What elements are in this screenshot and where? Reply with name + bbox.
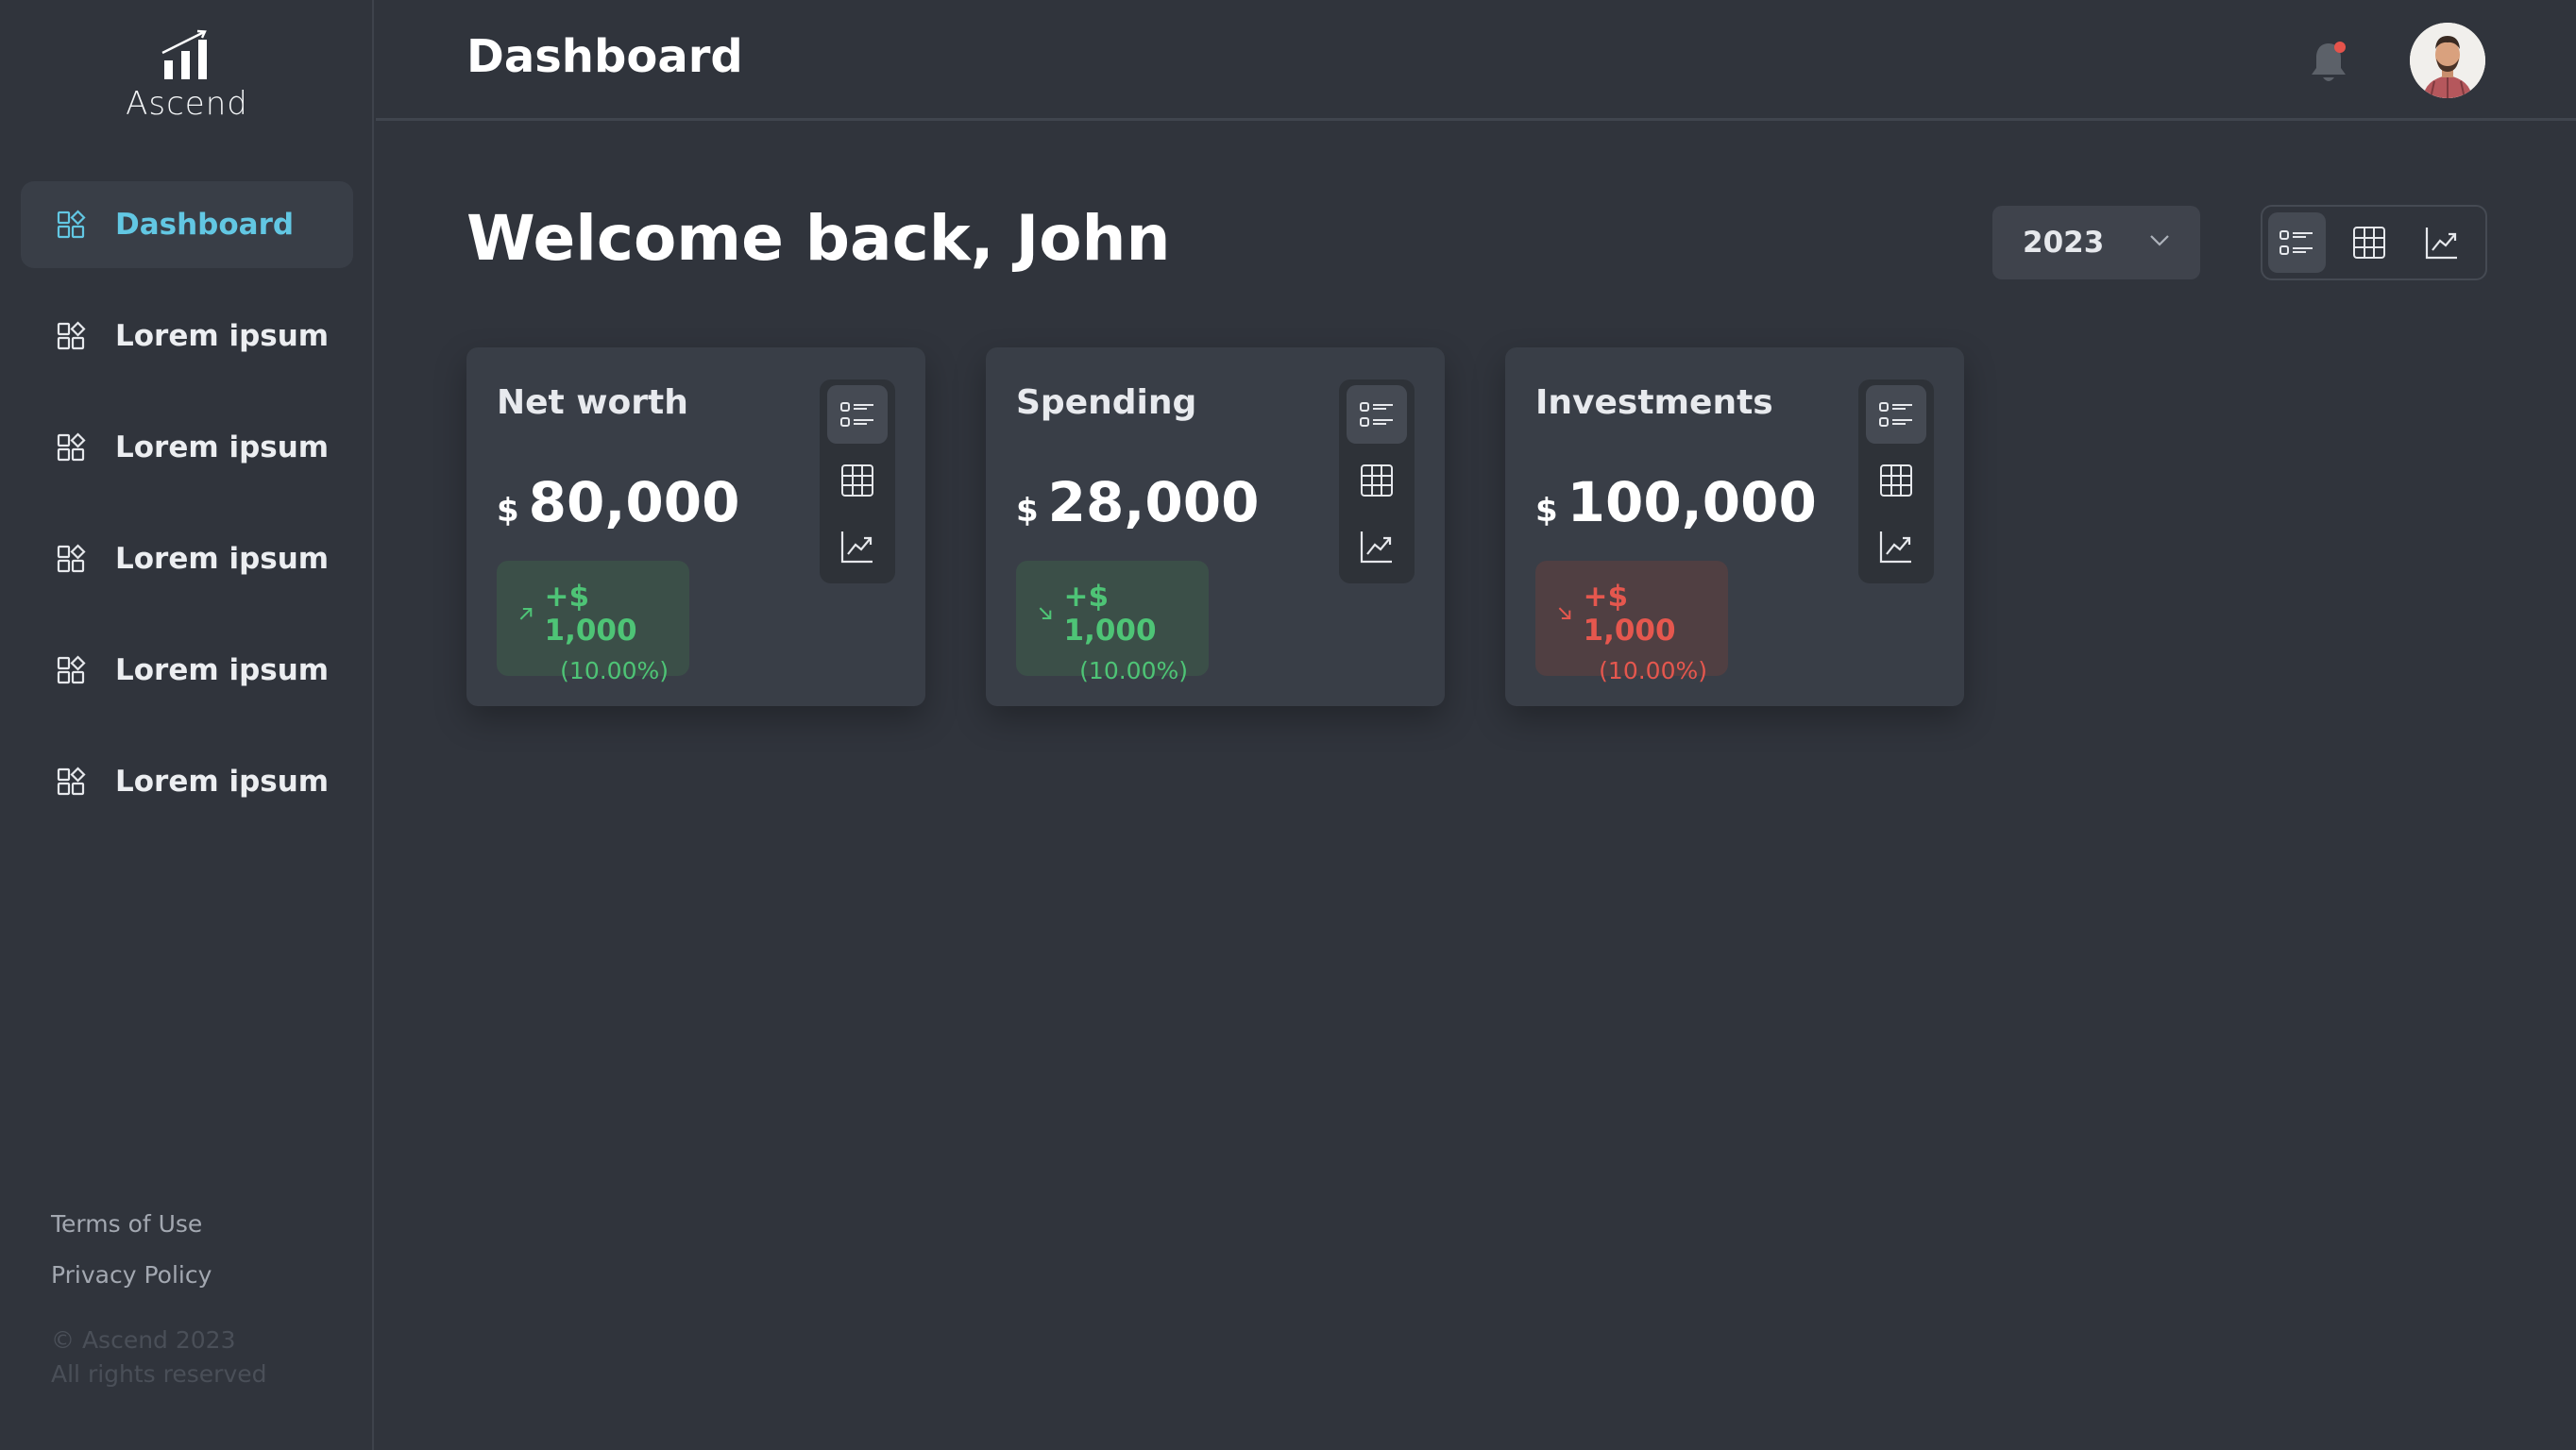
arrow-up-right-icon	[519, 607, 533, 620]
net-worth-card: Net worth $ 80,000 +$ 1,000 (10.00%)	[466, 347, 925, 706]
list-view-icon	[840, 402, 873, 427]
notification-dot	[2334, 42, 2346, 53]
copyright: © Ascend 2023 All rights reserved	[51, 1324, 267, 1391]
top-header: Dashboard	[376, 0, 2576, 121]
grid-plus-icon	[55, 431, 87, 464]
sidebar: Ascend Dashboard Lorem ipsum Lorem ipsum…	[0, 0, 374, 1450]
view-toggle	[2261, 205, 2487, 280]
bar-chart-logo-icon	[161, 29, 207, 79]
welcome-heading: Welcome back, John	[466, 202, 1171, 275]
change-amount: +$ 1,000	[544, 580, 637, 648]
rights-line: All rights reserved	[51, 1360, 267, 1388]
year-select[interactable]: 2023	[1992, 206, 2200, 279]
card-chart-view-button[interactable]	[1866, 517, 1926, 576]
card-title: Spending	[1016, 383, 1197, 422]
card-view-tools	[1339, 379, 1415, 583]
card-amount: $ 100,000	[1535, 470, 1817, 534]
amount-value: 100,000	[1567, 470, 1817, 534]
currency-symbol: $	[497, 492, 519, 530]
user-avatar[interactable]	[2410, 23, 2485, 98]
table-view-icon	[1361, 464, 1393, 497]
spending-card: Spending $ 28,000 +$ 1,000 (10.00%)	[986, 347, 1445, 706]
card-table-view-button[interactable]	[1866, 451, 1926, 510]
sidebar-item-label: Lorem ipsum	[115, 319, 330, 353]
logo-text: Ascend	[126, 85, 248, 123]
page-title: Dashboard	[466, 30, 743, 83]
card-title: Net worth	[497, 383, 688, 422]
currency-symbol: $	[1535, 492, 1558, 530]
sidebar-item-lorem-1[interactable]: Lorem ipsum	[21, 293, 353, 379]
avatar-person-icon	[2410, 23, 2485, 98]
footer-links: Terms of Use Privacy Policy	[51, 1210, 212, 1312]
change-percent: (10.00%)	[1599, 657, 1707, 684]
list-view-icon	[1360, 402, 1393, 427]
table-view-button[interactable]	[2341, 212, 2398, 273]
card-view-tools	[820, 379, 895, 583]
sidebar-item-dashboard[interactable]: Dashboard	[21, 181, 353, 268]
year-select-value: 2023	[2023, 226, 2105, 260]
list-view-icon	[2279, 230, 2313, 255]
table-view-icon	[2353, 227, 2385, 259]
list-view-button[interactable]	[2268, 212, 2326, 273]
chart-view-icon	[1360, 531, 1392, 564]
table-view-icon	[1880, 464, 1912, 497]
sidebar-item-label: Lorem ipsum	[115, 765, 330, 799]
card-chart-view-button[interactable]	[827, 517, 888, 576]
change-amount: +$ 1,000	[1063, 580, 1157, 648]
sidebar-item-lorem-4[interactable]: Lorem ipsum	[21, 627, 353, 714]
sidebar-item-label: Lorem ipsum	[115, 653, 330, 687]
privacy-policy-link[interactable]: Privacy Policy	[51, 1261, 212, 1289]
app: Ascend Dashboard Lorem ipsum Lorem ipsum…	[0, 0, 2576, 1450]
sidebar-item-label: Lorem ipsum	[115, 430, 330, 464]
card-amount: $ 28,000	[1016, 470, 1260, 534]
sidebar-item-lorem-2[interactable]: Lorem ipsum	[21, 404, 353, 491]
change-badge: +$ 1,000 (10.00%)	[1016, 561, 1209, 684]
card-view-tools	[1858, 379, 1934, 583]
card-table-view-button[interactable]	[1347, 451, 1407, 510]
copyright-line: © Ascend 2023	[51, 1326, 236, 1354]
sidebar-nav: Dashboard Lorem ipsum Lorem ipsum Lorem …	[21, 181, 353, 850]
card-chart-view-button[interactable]	[1347, 517, 1407, 576]
logo[interactable]: Ascend	[0, 28, 374, 123]
card-title: Investments	[1535, 383, 1773, 422]
card-list-view-button[interactable]	[827, 385, 888, 444]
change-percent: (10.00%)	[1079, 657, 1188, 684]
grid-plus-icon	[55, 654, 87, 686]
sidebar-item-label: Dashboard	[115, 208, 295, 242]
change-badge: +$ 1,000 (10.00%)	[497, 561, 689, 684]
notification-bell-button[interactable]	[2306, 38, 2351, 87]
currency-symbol: $	[1016, 492, 1039, 530]
chart-view-icon	[1879, 531, 1911, 564]
chart-view-icon	[2425, 228, 2457, 260]
sidebar-item-label: Lorem ipsum	[115, 542, 330, 576]
sidebar-item-lorem-3[interactable]: Lorem ipsum	[21, 515, 353, 602]
card-list-view-button[interactable]	[1866, 385, 1926, 444]
grid-plus-icon	[55, 209, 87, 241]
list-view-icon	[1879, 402, 1912, 427]
amount-value: 80,000	[528, 470, 740, 534]
grid-plus-icon	[55, 766, 87, 798]
grid-plus-icon	[55, 320, 87, 352]
arrow-down-right-icon	[1558, 607, 1571, 620]
card-table-view-button[interactable]	[827, 451, 888, 510]
amount-value: 28,000	[1047, 470, 1260, 534]
change-amount: +$ 1,000	[1583, 580, 1676, 648]
sidebar-item-lorem-5[interactable]: Lorem ipsum	[21, 738, 353, 825]
grid-plus-icon	[55, 543, 87, 575]
card-list-view-button[interactable]	[1347, 385, 1407, 444]
card-amount: $ 80,000	[497, 470, 740, 534]
table-view-icon	[841, 464, 873, 497]
chart-view-icon	[840, 531, 873, 564]
change-percent: (10.00%)	[560, 657, 669, 684]
chart-view-button[interactable]	[2413, 212, 2470, 273]
chevron-down-icon	[2150, 235, 2169, 246]
investments-card: Investments $ 100,000 +$ 1,000 (10.00%)	[1505, 347, 1964, 706]
terms-of-use-link[interactable]: Terms of Use	[51, 1210, 212, 1238]
change-badge: +$ 1,000 (10.00%)	[1535, 561, 1728, 684]
arrow-down-right-icon	[1039, 607, 1052, 620]
